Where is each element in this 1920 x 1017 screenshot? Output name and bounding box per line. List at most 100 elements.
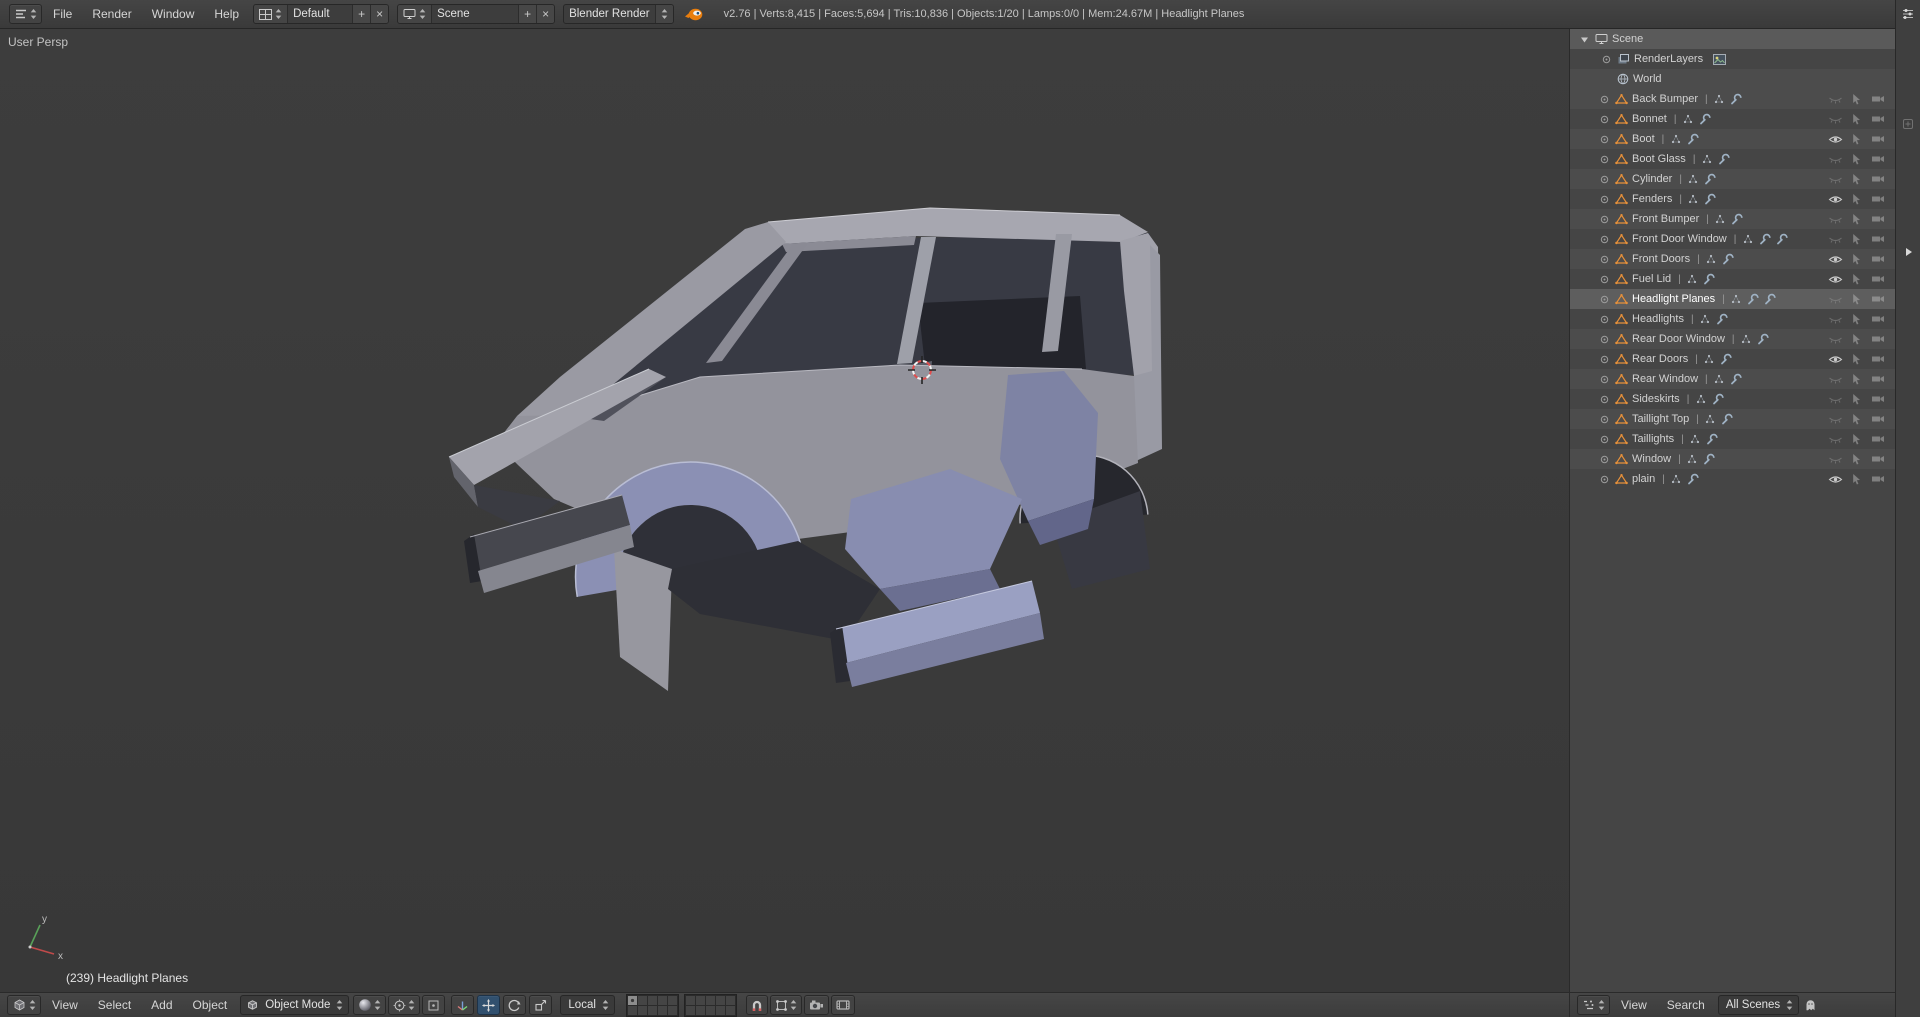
visibility-toggle[interactable]	[1828, 152, 1843, 166]
outliner-row-scene[interactable]: Scene	[1570, 29, 1895, 49]
outliner-row-world[interactable]: World	[1570, 69, 1895, 89]
delete-layout-button[interactable]: ×	[370, 5, 388, 23]
render-menu[interactable]: Render	[82, 7, 141, 21]
visibility-toggle[interactable]	[1828, 472, 1843, 486]
layer-cell[interactable]	[628, 1006, 637, 1015]
rotate-manipulator-button[interactable]	[503, 995, 526, 1015]
selectability-toggle[interactable]	[1849, 112, 1864, 126]
selectability-toggle[interactable]	[1849, 292, 1864, 306]
layer-cell[interactable]	[716, 996, 725, 1005]
expand-icon[interactable]	[1597, 372, 1612, 386]
outliner-panel[interactable]: Scene RenderLayers World Back Bumper | B…	[1569, 29, 1895, 1017]
renderability-toggle[interactable]	[1870, 392, 1885, 406]
layer-cell[interactable]	[628, 996, 637, 1005]
layers-widget[interactable]	[626, 994, 737, 1017]
renderability-toggle[interactable]	[1870, 172, 1885, 186]
select-menu[interactable]: Select	[88, 998, 141, 1012]
renderability-toggle[interactable]	[1870, 372, 1885, 386]
outliner-row-object[interactable]: Rear Window |	[1570, 369, 1895, 389]
visibility-toggle[interactable]	[1828, 132, 1843, 146]
outliner-row-object[interactable]: Front Door Window |	[1570, 229, 1895, 249]
renderability-toggle[interactable]	[1870, 232, 1885, 246]
selectability-toggle[interactable]	[1849, 272, 1864, 286]
layer-cell[interactable]	[726, 1006, 735, 1015]
visibility-toggle[interactable]	[1828, 452, 1843, 466]
selectability-toggle[interactable]	[1849, 192, 1864, 206]
expand-icon[interactable]	[1597, 192, 1612, 206]
renderability-toggle[interactable]	[1870, 132, 1885, 146]
visibility-toggle[interactable]	[1828, 352, 1843, 366]
shading-dropdown[interactable]	[353, 995, 386, 1015]
snap-element-dropdown[interactable]	[770, 995, 802, 1015]
add-menu[interactable]: Add	[141, 998, 182, 1012]
renderability-toggle[interactable]	[1870, 412, 1885, 426]
visibility-toggle[interactable]	[1828, 332, 1843, 346]
outliner-row-object[interactable]: Boot Glass |	[1570, 149, 1895, 169]
pivot-align-toggle[interactable]	[422, 995, 445, 1015]
layout-name[interactable]: Default	[288, 5, 352, 23]
opengl-render-animation-button[interactable]	[831, 995, 855, 1015]
selectability-toggle[interactable]	[1849, 252, 1864, 266]
selectability-toggle[interactable]	[1849, 372, 1864, 386]
disclosure-triangle-icon[interactable]	[1577, 32, 1592, 46]
renderability-toggle[interactable]	[1870, 152, 1885, 166]
visibility-toggle[interactable]	[1828, 292, 1843, 306]
outliner-view-menu[interactable]: View	[1611, 998, 1657, 1012]
outliner-row-object[interactable]: Window |	[1570, 449, 1895, 469]
outliner-row-renderlayers[interactable]: RenderLayers	[1570, 49, 1895, 69]
selectability-toggle[interactable]	[1849, 352, 1864, 366]
3d-viewport[interactable]: x y User Persp (239) Headlight Planes Vi…	[0, 29, 1569, 1017]
render-engine-dropdown[interactable]: Blender Render	[563, 4, 674, 24]
selectability-toggle[interactable]	[1849, 332, 1864, 346]
outliner-row-object[interactable]: Rear Doors |	[1570, 349, 1895, 369]
renderability-toggle[interactable]	[1870, 92, 1885, 106]
panel-icon[interactable]	[1900, 116, 1916, 132]
layer-cell[interactable]	[638, 1006, 647, 1015]
visibility-toggle[interactable]	[1828, 112, 1843, 126]
outliner-row-object[interactable]: Cylinder |	[1570, 169, 1895, 189]
selectability-toggle[interactable]	[1849, 472, 1864, 486]
renderability-toggle[interactable]	[1870, 312, 1885, 326]
expand-icon[interactable]	[1597, 252, 1612, 266]
expand-icon[interactable]	[1597, 152, 1612, 166]
render-engine-value[interactable]: Blender Render	[564, 5, 655, 23]
window-menu[interactable]: Window	[142, 7, 205, 21]
scene-selector[interactable]: Scene + ×	[397, 4, 555, 24]
visibility-toggle[interactable]	[1828, 432, 1843, 446]
renderability-toggle[interactable]	[1870, 272, 1885, 286]
outliner-row-object[interactable]: Front Doors |	[1570, 249, 1895, 269]
renderability-toggle[interactable]	[1870, 252, 1885, 266]
expand-icon[interactable]	[1597, 432, 1612, 446]
car-model[interactable]	[449, 208, 1162, 691]
properties-region-strip[interactable]	[1895, 0, 1920, 1017]
layer-cell[interactable]	[716, 1006, 725, 1015]
renderability-toggle[interactable]	[1870, 112, 1885, 126]
help-menu[interactable]: Help	[204, 7, 249, 21]
layer-cell[interactable]	[648, 996, 657, 1005]
layer-cell[interactable]	[726, 996, 735, 1005]
selectability-toggle[interactable]	[1849, 132, 1864, 146]
delete-scene-button[interactable]: ×	[536, 5, 554, 23]
selectability-toggle[interactable]	[1849, 412, 1864, 426]
outliner-row-object[interactable]: Taillights |	[1570, 429, 1895, 449]
outliner-row-object[interactable]: Bonnet |	[1570, 109, 1895, 129]
expand-icon[interactable]	[1597, 412, 1612, 426]
screen-layout-selector[interactable]: Default + ×	[253, 4, 389, 24]
scene-name[interactable]: Scene	[432, 5, 518, 23]
layer-cell[interactable]	[706, 1006, 715, 1015]
selectability-toggle[interactable]	[1849, 152, 1864, 166]
outliner-row-object[interactable]: Taillight Top |	[1570, 409, 1895, 429]
renderability-toggle[interactable]	[1870, 472, 1885, 486]
3d-scene[interactable]: x y	[0, 29, 1569, 992]
visibility-toggle[interactable]	[1828, 412, 1843, 426]
add-scene-button[interactable]: +	[518, 5, 536, 23]
renderability-toggle[interactable]	[1870, 352, 1885, 366]
renderability-toggle[interactable]	[1870, 292, 1885, 306]
visibility-toggle[interactable]	[1828, 232, 1843, 246]
outliner-row-object[interactable]: Headlights |	[1570, 309, 1895, 329]
expand-icon[interactable]	[1597, 312, 1612, 326]
renderability-toggle[interactable]	[1870, 212, 1885, 226]
renderability-toggle[interactable]	[1870, 452, 1885, 466]
file-menu[interactable]: File	[43, 7, 82, 21]
visibility-toggle[interactable]	[1828, 192, 1843, 206]
